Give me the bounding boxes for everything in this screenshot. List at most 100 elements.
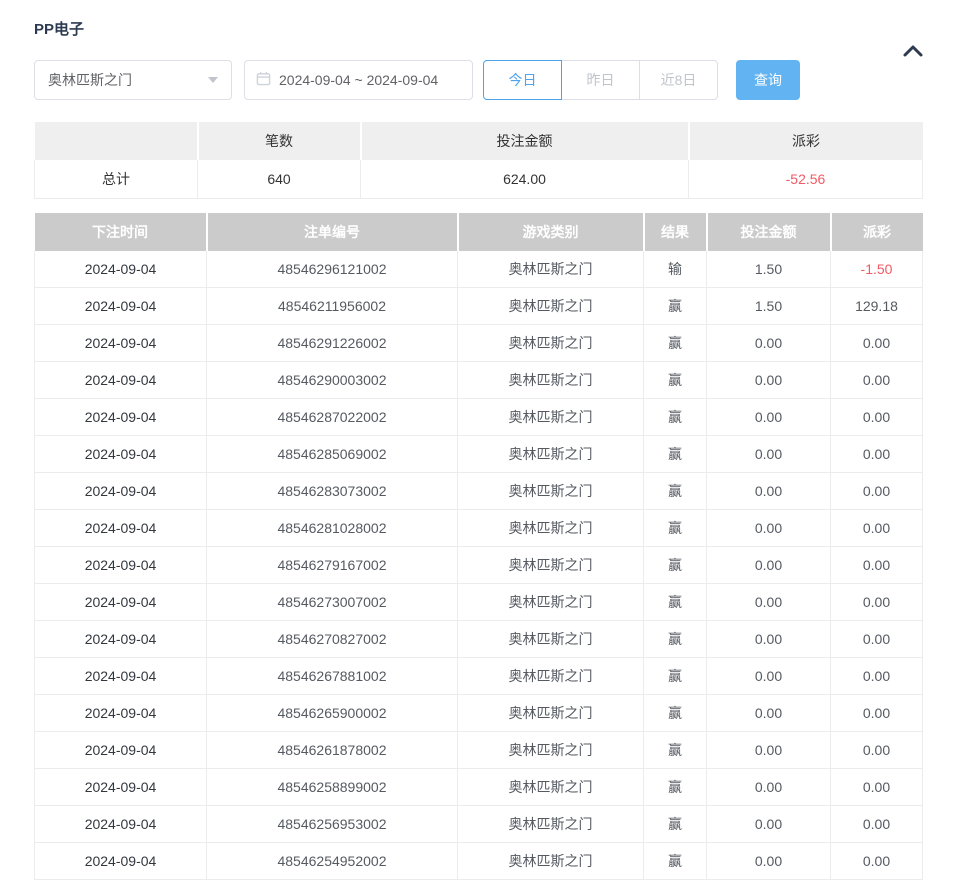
bet-time-cell: 2024-09-04: [35, 621, 207, 658]
result-cell: 赢: [644, 362, 707, 399]
chevron-up-icon: [901, 49, 925, 64]
result-cell: 赢: [644, 695, 707, 732]
bet-id-cell: 48546285069002: [207, 436, 458, 473]
table-row: 2024-09-0448546290003002奥林匹斯之门赢0.000.00: [35, 362, 923, 399]
bet-amount-cell: 0.00: [707, 510, 831, 547]
bet-time-cell: 2024-09-04: [35, 732, 207, 769]
bet-id-cell: 48546281028002: [207, 510, 458, 547]
bet-id-cell: 48546296121002: [207, 251, 458, 288]
payout-cell: 0.00: [831, 473, 923, 510]
summary-header-row: 笔数 投注金额 派彩: [35, 122, 923, 160]
summary-total-row: 总计 640 624.00 -52.56: [35, 160, 923, 198]
total-payout: -52.56: [689, 160, 923, 198]
result-cell: 赢: [644, 510, 707, 547]
game-type-cell: 奥林匹斯之门: [458, 843, 644, 880]
table-row: 2024-09-0448546291226002奥林匹斯之门赢0.000.00: [35, 325, 923, 362]
table-row: 2024-09-0448546281028002奥林匹斯之门赢0.000.00: [35, 510, 923, 547]
table-row: 2024-09-0448546287022002奥林匹斯之门赢0.000.00: [35, 399, 923, 436]
bet-amount-cell: 0.00: [707, 362, 831, 399]
game-select-value: 奥林匹斯之门: [48, 70, 132, 90]
bet-amount-cell: 0.00: [707, 695, 831, 732]
table-row: 2024-09-0448546273007002奥林匹斯之门赢0.000.00: [35, 584, 923, 621]
bet-table-body: 2024-09-0448546296121002奥林匹斯之门输1.50-1.50…: [35, 251, 923, 880]
payout-cell: -1.50: [831, 251, 923, 288]
col-payout: 派彩: [831, 213, 923, 251]
total-bet-amount: 624.00: [361, 160, 689, 198]
date-range-value: 2024-09-04 ~ 2024-09-04: [279, 72, 438, 88]
summary-col-count: 笔数: [198, 122, 361, 160]
bet-time-cell: 2024-09-04: [35, 695, 207, 732]
table-row: 2024-09-0448546285069002奥林匹斯之门赢0.000.00: [35, 436, 923, 473]
game-type-cell: 奥林匹斯之门: [458, 399, 644, 436]
bet-id-cell: 48546211956002: [207, 288, 458, 325]
game-type-cell: 奥林匹斯之门: [458, 510, 644, 547]
summary-col-payout: 派彩: [689, 122, 923, 160]
game-type-cell: 奥林匹斯之门: [458, 473, 644, 510]
game-type-cell: 奥林匹斯之门: [458, 436, 644, 473]
collapse-panel-button[interactable]: [901, 41, 925, 61]
result-cell: 赢: [644, 325, 707, 362]
game-type-cell: 奥林匹斯之门: [458, 325, 644, 362]
game-type-cell: 奥林匹斯之门: [458, 658, 644, 695]
bet-time-cell: 2024-09-04: [35, 510, 207, 547]
summary-col-blank: [35, 122, 198, 160]
bet-id-cell: 48546261878002: [207, 732, 458, 769]
pp-games-panel: PP电子 奥林匹斯之门 2024-09-04 ~ 2024-09-04: [0, 22, 957, 884]
payout-cell: 0.00: [831, 732, 923, 769]
payout-cell: 0.00: [831, 769, 923, 806]
payout-cell: 0.00: [831, 658, 923, 695]
result-cell: 赢: [644, 658, 707, 695]
date-range-input[interactable]: 2024-09-04 ~ 2024-09-04: [244, 60, 473, 100]
bet-amount-cell: 0.00: [707, 436, 831, 473]
result-cell: 赢: [644, 732, 707, 769]
table-row: 2024-09-0448546267881002奥林匹斯之门赢0.000.00: [35, 658, 923, 695]
payout-cell: 0.00: [831, 621, 923, 658]
result-cell: 输: [644, 251, 707, 288]
result-cell: 赢: [644, 436, 707, 473]
game-type-cell: 奥林匹斯之门: [458, 288, 644, 325]
table-row: 2024-09-0448546254952002奥林匹斯之门赢0.000.00: [35, 843, 923, 880]
col-result: 结果: [644, 213, 707, 251]
bet-time-cell: 2024-09-04: [35, 288, 207, 325]
result-cell: 赢: [644, 547, 707, 584]
game-type-cell: 奥林匹斯之门: [458, 621, 644, 658]
filter-bar: 奥林匹斯之门 2024-09-04 ~ 2024-09-04 今日 昨日 近8日…: [34, 60, 957, 100]
result-cell: 赢: [644, 399, 707, 436]
result-cell: 赢: [644, 288, 707, 325]
today-button[interactable]: 今日: [483, 60, 562, 100]
bet-amount-cell: 0.00: [707, 769, 831, 806]
col-bet-id: 注单编号: [207, 213, 458, 251]
bet-time-cell: 2024-09-04: [35, 769, 207, 806]
bet-amount-cell: 0.00: [707, 843, 831, 880]
total-count: 640: [198, 160, 361, 198]
search-button[interactable]: 查询: [736, 60, 800, 100]
game-type-cell: 奥林匹斯之门: [458, 584, 644, 621]
payout-cell: 0.00: [831, 399, 923, 436]
payout-cell: 0.00: [831, 695, 923, 732]
yesterday-button[interactable]: 昨日: [561, 60, 640, 100]
bet-id-cell: 48546291226002: [207, 325, 458, 362]
bet-time-cell: 2024-09-04: [35, 436, 207, 473]
last-8-days-button[interactable]: 近8日: [639, 60, 718, 100]
result-cell: 赢: [644, 769, 707, 806]
bet-amount-cell: 0.00: [707, 732, 831, 769]
payout-cell: 129.18: [831, 288, 923, 325]
table-row: 2024-09-0448546211956002奥林匹斯之门赢1.50129.1…: [35, 288, 923, 325]
payout-cell: 0.00: [831, 510, 923, 547]
payout-cell: 0.00: [831, 806, 923, 843]
table-row: 2024-09-0448546256953002奥林匹斯之门赢0.000.00: [35, 806, 923, 843]
result-cell: 赢: [644, 843, 707, 880]
bet-amount-cell: 0.00: [707, 584, 831, 621]
game-select[interactable]: 奥林匹斯之门: [34, 60, 232, 100]
table-row: 2024-09-0448546265900002奥林匹斯之门赢0.000.00: [35, 695, 923, 732]
result-cell: 赢: [644, 621, 707, 658]
payout-cell: 0.00: [831, 547, 923, 584]
payout-cell: 0.00: [831, 325, 923, 362]
page-title: PP电子: [34, 22, 957, 38]
bet-amount-cell: 0.00: [707, 658, 831, 695]
bet-records-table: 下注时间 注单编号 游戏类别 结果 投注金额 派彩 2024-09-044854…: [34, 213, 923, 881]
col-bet-time: 下注时间: [35, 213, 207, 251]
payout-cell: 0.00: [831, 843, 923, 880]
bet-amount-cell: 0.00: [707, 399, 831, 436]
bet-id-cell: 48546273007002: [207, 584, 458, 621]
